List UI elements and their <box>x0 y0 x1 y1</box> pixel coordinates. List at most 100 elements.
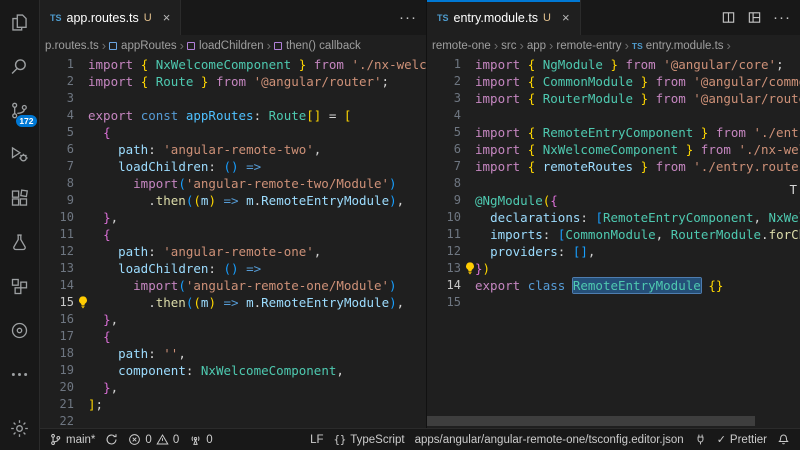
code-text: import { remoteRoutes } from './entry.ro… <box>475 158 800 175</box>
close-icon[interactable]: × <box>560 10 572 25</box>
code-line[interactable]: 10 }, <box>40 209 426 226</box>
more-actions-icon[interactable]: ··· <box>773 9 791 26</box>
code-text: .then((m) => m.RemoteEntryModule), <box>88 192 404 209</box>
code-text: { <box>88 226 111 243</box>
line-number: 15 <box>427 294 461 311</box>
close-icon[interactable]: × <box>161 10 173 25</box>
code-editor-right[interactable]: 1import { NgModule } from '@angular/core… <box>427 56 800 428</box>
split-editor-icon[interactable] <box>721 10 736 25</box>
code-line[interactable]: 3import { RouterModule } from '@angular/… <box>427 90 800 107</box>
breadcrumb-item[interactable]: remote-one <box>432 40 491 52</box>
tsconfig-indicator[interactable]: apps/angular/angular-remote-one/tsconfig… <box>410 429 689 450</box>
code-line[interactable]: 7 loadChildren: () => <box>40 158 426 175</box>
code-line[interactable]: 8 import('angular-remote-two/Module') <box>40 175 426 192</box>
code-text: { <box>88 124 111 141</box>
breadcrumb-item[interactable]: then() callback <box>286 40 361 52</box>
more-icon[interactable] <box>0 352 40 396</box>
explorer-icon[interactable] <box>0 0 40 44</box>
git-untracked-badge: U <box>144 12 152 24</box>
code-line[interactable]: 8 <box>427 175 800 192</box>
code-line[interactable]: 4export const appRoutes: Route[] = [ <box>40 107 426 124</box>
problems-status[interactable]: 0 0 <box>123 429 184 450</box>
breadcrumb-item[interactable]: remote-entry <box>556 40 621 52</box>
code-line[interactable]: 7import { remoteRoutes } from './entry.r… <box>427 158 800 175</box>
ports-status[interactable] <box>689 429 712 450</box>
code-line[interactable]: 19 component: NxWelcomeComponent, <box>40 362 426 379</box>
breadcrumb-item[interactable]: app <box>527 40 546 52</box>
code-line[interactable]: 22 <box>40 413 426 428</box>
code-line[interactable]: 3 <box>40 90 426 107</box>
code-line[interactable]: 5import { RemoteEntryComponent } from '.… <box>427 124 800 141</box>
lightbulb-icon[interactable] <box>76 295 90 309</box>
breadcrumb-item[interactable]: entry.module.ts <box>646 40 724 52</box>
code-line[interactable]: 1import { NgModule } from '@angular/core… <box>427 56 800 73</box>
code-text: path: 'angular-remote-two', <box>88 141 321 158</box>
more-actions-icon[interactable]: ··· <box>399 9 417 26</box>
testing-icon[interactable] <box>0 220 40 264</box>
chevron-right-icon: › <box>520 38 524 53</box>
code-line[interactable]: 2import { Route } from '@angular/router'… <box>40 73 426 90</box>
horizontal-scrollbar[interactable] <box>427 416 755 426</box>
remote-icon[interactable] <box>0 308 40 352</box>
code-line[interactable]: 9 .then((m) => m.RemoteEntryModule), <box>40 192 426 209</box>
search-icon[interactable] <box>0 44 40 88</box>
code-text: component: NxWelcomeComponent, <box>88 362 344 379</box>
code-line[interactable]: 11 { <box>40 226 426 243</box>
breadcrumb-item[interactable]: appRoutes <box>121 40 177 52</box>
line-number: 7 <box>40 158 74 175</box>
code-line[interactable]: 18 path: '', <box>40 345 426 362</box>
clipped-text-fragment: T <box>789 182 797 197</box>
code-editor-left[interactable]: 1import { NxWelcomeComponent } from './n… <box>40 56 426 428</box>
code-text: declarations: [RemoteEntryComponent, NxW… <box>475 209 800 226</box>
code-line[interactable]: 13 loadChildren: () => <box>40 260 426 277</box>
line-number: 14 <box>427 277 461 294</box>
run-debug-icon[interactable] <box>0 132 40 176</box>
code-text: @NgModule({ <box>475 192 558 209</box>
code-line[interactable]: 5 { <box>40 124 426 141</box>
code-line[interactable]: 16 }, <box>40 311 426 328</box>
components-icon[interactable] <box>0 264 40 308</box>
code-line[interactable]: 13}) <box>427 260 800 277</box>
source-control-icon[interactable]: 172 <box>0 88 40 132</box>
language-indicator[interactable]: {} TypeScript <box>329 429 410 450</box>
code-line[interactable]: 12 path: 'angular-remote-one', <box>40 243 426 260</box>
code-line[interactable]: 14export class RemoteEntryModule {} <box>427 277 800 294</box>
code-line[interactable]: 12 providers: [], <box>427 243 800 260</box>
formatter-status[interactable]: ✓ Prettier <box>712 429 772 450</box>
code-line[interactable]: 11 imports: [CommonModule, RouterModule.… <box>427 226 800 243</box>
code-line[interactable]: 2import { CommonModule } from '@angular/… <box>427 73 800 90</box>
sync-button[interactable] <box>100 429 123 450</box>
eol-indicator[interactable]: LF <box>305 429 328 450</box>
code-line[interactable]: 17 { <box>40 328 426 345</box>
code-text: import { CommonModule } from '@angular/c… <box>475 73 800 90</box>
code-line[interactable]: 14 import('angular-remote-one/Module') <box>40 277 426 294</box>
lightbulb-icon[interactable] <box>463 261 477 275</box>
breadcrumb-item[interactable]: src <box>501 40 516 52</box>
customize-layout-icon[interactable] <box>747 10 762 25</box>
line-number: 12 <box>40 243 74 260</box>
code-line[interactable]: 21]; <box>40 396 426 413</box>
code-line[interactable]: 6 path: 'angular-remote-two', <box>40 141 426 158</box>
settings-gear-icon[interactable] <box>0 406 40 450</box>
tab-app-routes[interactable]: TS app.routes.ts U × <box>40 0 181 35</box>
extensions-icon[interactable] <box>0 176 40 220</box>
code-line[interactable]: 4 <box>427 107 800 124</box>
code-line[interactable]: 15 <box>427 294 800 311</box>
breadcrumb-item[interactable]: loadChildren <box>199 40 264 52</box>
code-text: import { NxWelcomeComponent } from './nx… <box>475 141 800 158</box>
code-line[interactable]: 20 }, <box>40 379 426 396</box>
tab-entry-module[interactable]: TS entry.module.ts U × <box>427 0 581 35</box>
error-icon <box>128 433 141 446</box>
line-number: 4 <box>40 107 74 124</box>
breadcrumb-item[interactable]: p.routes.ts <box>45 40 99 52</box>
editor-group-left: TS app.routes.ts U × ··· p.routes.ts›app… <box>40 0 427 428</box>
git-branch-status[interactable]: main* <box>44 429 100 450</box>
code-line[interactable]: 1import { NxWelcomeComponent } from './n… <box>40 56 426 73</box>
branch-name: main* <box>66 434 95 446</box>
code-line[interactable]: 9@NgModule({ <box>427 192 800 209</box>
broadcast-status[interactable]: 0 <box>184 429 217 450</box>
code-line[interactable]: 10 declarations: [RemoteEntryComponent, … <box>427 209 800 226</box>
code-line[interactable]: 6import { NxWelcomeComponent } from './n… <box>427 141 800 158</box>
code-line[interactable]: 15 .then((m) => m.RemoteEntryModule), <box>40 294 426 311</box>
notifications-bell-icon[interactable] <box>772 429 795 450</box>
